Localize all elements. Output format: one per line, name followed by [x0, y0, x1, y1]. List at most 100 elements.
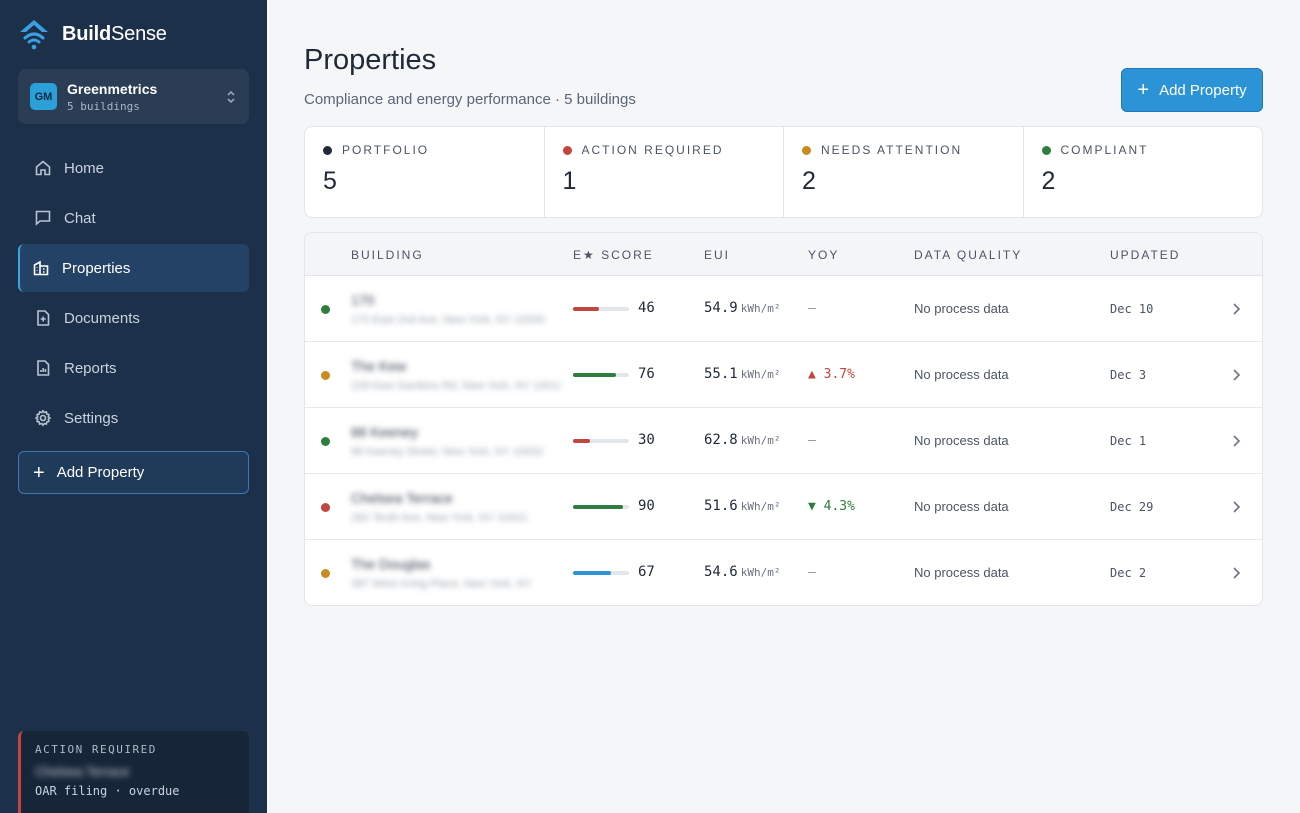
- score-bar: [573, 373, 629, 377]
- building-address: 88 Keeney Street, New York, NY 10002: [351, 446, 544, 458]
- chevron-right-icon[interactable]: [1231, 566, 1241, 580]
- sidebar-item-reports[interactable]: Reports: [18, 344, 249, 392]
- org-building-count: 5 buildings: [67, 99, 140, 113]
- wifi-house-icon: [20, 20, 48, 50]
- eui-cell: 51.6 kWh/m²: [704, 498, 780, 514]
- building-name: 170: [351, 292, 375, 308]
- eui-unit: kWh/m²: [740, 368, 781, 381]
- chevron-right-icon[interactable]: [1231, 302, 1241, 316]
- status-summary: PORTFOLIO 5 ACTION REQUIRED 1 NEEDS ATTE…: [304, 126, 1263, 218]
- chevron-right-icon[interactable]: [1231, 434, 1241, 448]
- yoy-change: ▼ 4.3%: [808, 499, 855, 514]
- eui-value: 62.8: [704, 432, 738, 448]
- table-row[interactable]: The Kew 228 Kew Gardens Rd, New York, NY …: [305, 342, 1262, 408]
- page-subtitle: Compliance and energy performance · 5 bu…: [304, 91, 636, 108]
- table-header: BUILDING E★ SCORE EUI YOY DATA QUALITY U…: [305, 233, 1262, 276]
- stat-label: ACTION REQUIRED: [581, 143, 724, 157]
- sidebar-item-home[interactable]: Home: [18, 144, 249, 192]
- gear-icon: [34, 409, 52, 427]
- alert-building-name: Chelsea Terrace: [35, 764, 130, 779]
- column-header-yoy[interactable]: YOY: [808, 248, 839, 262]
- data-quality: No process data: [914, 367, 1009, 382]
- stat-label: PORTFOLIO: [342, 143, 430, 157]
- properties-table: BUILDING E★ SCORE EUI YOY DATA QUALITY U…: [304, 232, 1263, 606]
- energy-star-score: 46: [638, 300, 655, 316]
- building-name: 88 Keeney: [351, 424, 418, 440]
- table-row[interactable]: 88 Keeney 88 Keeney Street, New York, NY …: [305, 408, 1262, 474]
- table-row[interactable]: Chelsea Terrace 260 Tenth Ave, New York, …: [305, 474, 1262, 540]
- chevron-right-icon[interactable]: [1231, 368, 1241, 382]
- brand-name: BuildSense: [62, 22, 167, 45]
- column-header-building[interactable]: BUILDING: [351, 248, 424, 262]
- building-address: 228 Kew Gardens Rd, New York, NY 10012: [351, 380, 561, 392]
- brand-logo[interactable]: BuildSense: [18, 18, 167, 50]
- column-header-data-quality[interactable]: DATA QUALITY: [914, 248, 1022, 262]
- action-required-card[interactable]: ACTION REQUIRED Chelsea Terrace OAR fili…: [18, 731, 249, 813]
- status-dot: [321, 305, 330, 314]
- stat-action-required[interactable]: ACTION REQUIRED 1: [545, 127, 784, 217]
- eui-cell: 55.1 kWh/m²: [704, 366, 780, 382]
- org-switcher[interactable]: GM Greenmetrics 5 buildings: [18, 69, 249, 124]
- chevron-right-icon[interactable]: [1231, 500, 1241, 514]
- org-name: Greenmetrics: [67, 80, 158, 97]
- status-dot: [321, 437, 330, 446]
- eui-value: 51.6: [704, 498, 738, 514]
- building-name: Chelsea Terrace: [351, 490, 453, 506]
- table-row[interactable]: The Douglas 387 West Irving Place, New Yo…: [305, 540, 1262, 605]
- stat-value: 5: [323, 167, 337, 195]
- stat-value: 2: [1041, 167, 1056, 195]
- yoy-change: ▲ 3.7%: [808, 367, 855, 382]
- column-header-updated[interactable]: UPDATED: [1110, 248, 1180, 262]
- status-dot: [323, 145, 332, 155]
- score-bar-fill: [573, 373, 616, 377]
- updated-date: Dec 1: [1110, 434, 1147, 448]
- eui-value: 55.1: [704, 366, 738, 382]
- sidebar-item-settings[interactable]: Settings: [18, 394, 249, 442]
- energy-star-score: 90: [638, 498, 655, 514]
- sidebar-item-label: Reports: [64, 359, 117, 377]
- stat-compliant[interactable]: COMPLIANT 2: [1024, 127, 1263, 217]
- sidebar-item-label: Documents: [64, 309, 140, 327]
- sidebar-add-property-button[interactable]: + Add Property: [18, 451, 249, 494]
- yoy-change: —: [808, 301, 816, 316]
- stat-needs-attention[interactable]: NEEDS ATTENTION 2: [784, 127, 1024, 217]
- eui-unit: kWh/m²: [740, 434, 781, 447]
- data-quality: No process data: [914, 433, 1009, 448]
- score-bar-fill: [573, 307, 599, 311]
- building-address: 170 East 2nd Ave, New York, NY 10009: [351, 314, 545, 326]
- column-header-energy-star-score[interactable]: E★ SCORE: [573, 248, 654, 262]
- score-bar: [573, 307, 629, 311]
- updated-date: Dec 29: [1110, 500, 1154, 514]
- sidebar: BuildSense GM Greenmetrics 5 buildings H…: [0, 0, 267, 813]
- score-bar: [573, 505, 629, 509]
- sidebar-nav: Home Chat Properties Documents Reports S…: [18, 144, 249, 444]
- add-property-button[interactable]: + Add Property: [1121, 68, 1263, 112]
- eui-unit: kWh/m²: [740, 500, 781, 513]
- updated-date: Dec 2: [1110, 566, 1147, 580]
- data-quality: No process data: [914, 565, 1009, 580]
- score-bar: [573, 571, 629, 575]
- status-dot: [321, 371, 330, 380]
- column-header-eui[interactable]: EUI: [704, 248, 730, 262]
- sidebar-item-properties[interactable]: Properties: [18, 244, 249, 292]
- eui-value: 54.6: [704, 564, 738, 580]
- yoy-change: —: [808, 433, 816, 448]
- eui-cell: 54.9 kWh/m²: [704, 300, 780, 316]
- home-icon: [35, 160, 51, 176]
- stat-value: 1: [562, 167, 577, 195]
- table-row[interactable]: 170 170 East 2nd Ave, New York, NY 10009 4…: [305, 276, 1262, 342]
- score-bar-fill: [573, 505, 624, 509]
- sidebar-item-documents[interactable]: Documents: [18, 294, 249, 342]
- chevron-up-down-icon: [227, 90, 235, 103]
- alert-detail: OAR filing · overdue: [35, 784, 180, 798]
- sidebar-item-label: Settings: [64, 409, 119, 427]
- status-dot: [802, 145, 811, 155]
- plus-icon: +: [1137, 79, 1150, 101]
- score-bar-fill: [573, 439, 590, 443]
- status-dot: [321, 569, 330, 578]
- sidebar-item-chat[interactable]: Chat: [18, 194, 249, 242]
- stat-portfolio[interactable]: PORTFOLIO 5: [305, 127, 545, 217]
- score-bar: [573, 439, 629, 443]
- data-quality: No process data: [914, 301, 1009, 316]
- stat-label: COMPLIANT: [1060, 143, 1149, 157]
